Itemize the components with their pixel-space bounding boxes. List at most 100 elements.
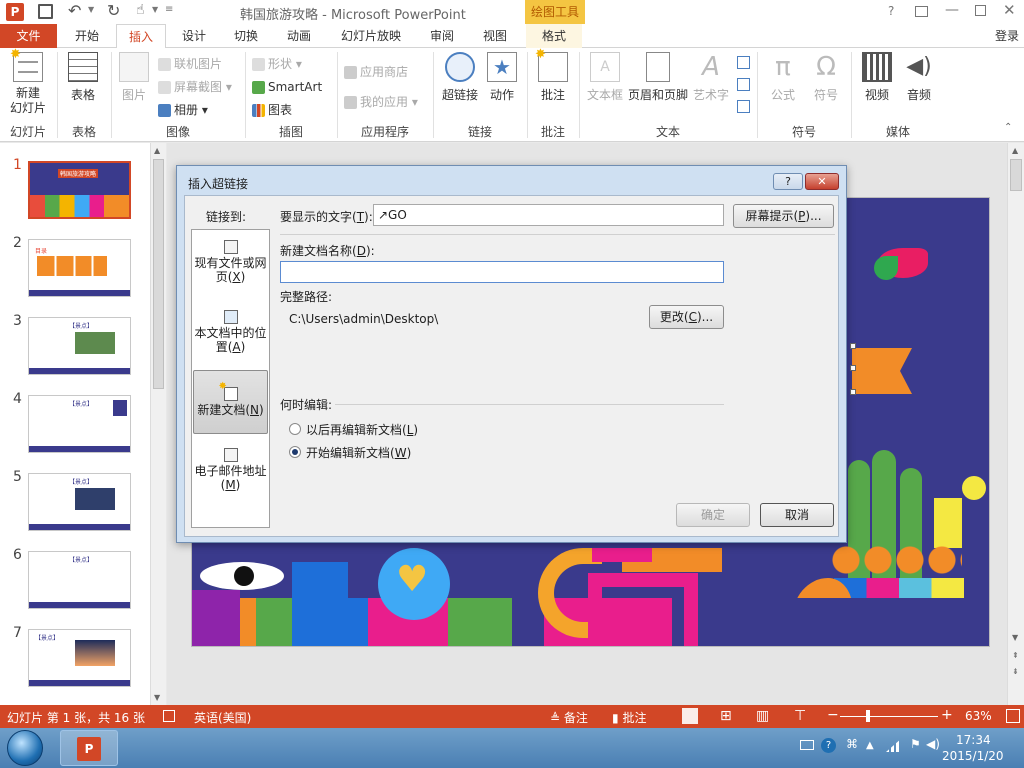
textbox-button[interactable]: A 文本框 [584,52,626,103]
display-text-input[interactable] [373,204,724,226]
smartart-button[interactable]: SmartArt [252,77,322,97]
language-label[interactable]: 英语(美国) [194,709,251,726]
tab-animations[interactable]: 动画 [275,24,323,48]
zoom-slider-thumb[interactable] [866,710,870,722]
slide-sorter-icon[interactable]: ⊞ [720,708,732,724]
tab-format[interactable]: 格式 [526,24,582,48]
link-existing-file[interactable]: 现有文件或网 页(X) [192,236,269,298]
clock-time[interactable]: 17:34 [956,733,991,747]
object-icon[interactable] [737,100,750,113]
selection-handle[interactable] [850,389,856,395]
cancel-button[interactable]: 取消 [760,503,834,527]
notes-button[interactable]: ≜ 备注 [550,709,588,726]
taskbar-powerpoint[interactable]: P [60,730,118,766]
edit-now-radio[interactable] [289,446,301,458]
zoom-slider[interactable] [840,716,938,717]
volume-icon[interactable]: ◀) [926,737,940,751]
dialog-help-button[interactable]: ? [773,173,803,190]
dialog-title-bar[interactable]: 插入超链接 ? ✕ [177,166,846,194]
zoom-out-button[interactable]: − [827,707,839,723]
hyperlink-button[interactable]: 超链接 [438,52,482,103]
help-tray-icon[interactable]: ? [821,738,836,753]
tab-slideshow[interactable]: 幻灯片放映 [333,24,409,48]
date-time-icon[interactable] [737,56,750,69]
link-new-document[interactable]: ✸ 新建文档(N) [193,370,268,434]
minimize-button[interactable]: — [945,2,959,18]
tab-review[interactable]: 审阅 [418,24,466,48]
new-doc-name-input[interactable] [280,261,724,283]
start-button[interactable] [7,730,43,766]
edit-later-label[interactable]: 以后再编辑新文档(L) [306,421,418,438]
album-button[interactable]: 相册 ▾ [158,100,208,120]
table-button[interactable]: 表格 [62,52,104,103]
picture-button[interactable]: 图片 [116,52,152,103]
reading-view-icon[interactable]: ▥ [756,708,769,724]
spelling-icon[interactable] [163,710,175,722]
restore-button[interactable] [975,5,986,16]
audio-button[interactable]: ◀) 音频 [898,52,940,103]
slide-thumbnail-5[interactable]: 【景点】 [28,473,131,531]
screenshot-button[interactable]: 屏幕截图 ▾ [158,77,232,97]
edit-now-label[interactable]: 开始编辑新文档(W) [306,444,411,461]
close-window-button[interactable]: ✕ [1003,1,1016,19]
my-apps-button[interactable]: 我的应用 ▾ [344,92,418,112]
flag-graphic[interactable] [852,348,912,394]
powerpoint-app-icon[interactable]: P [6,3,24,21]
tab-view[interactable]: 视图 [471,24,519,48]
online-pictures-button[interactable]: 联机图片 [158,54,222,74]
comment-button[interactable]: ✸ 批注 [533,47,573,103]
slide-thumbnail-4[interactable]: 【景点】 [28,395,131,453]
clock-date[interactable]: 2015/1/20 [942,749,1004,763]
touch-dropdown-icon[interactable]: ▼ [152,5,158,14]
app-store-button[interactable]: 应用商店 [344,62,408,82]
equation-button[interactable]: π 公式 [763,52,803,103]
undo-icon[interactable]: ↶ [68,1,81,20]
shapes-button[interactable]: 形状 ▾ [252,54,302,74]
ribbon-display-icon[interactable] [915,6,928,17]
edit-later-radio[interactable] [289,423,301,435]
symbol-button[interactable]: Ω 符号 [806,52,846,103]
help-button[interactable]: ? [888,4,894,18]
tab-home[interactable]: 开始 [62,24,112,48]
show-hidden-icons[interactable]: ▲ [866,740,874,751]
touch-mode-icon[interactable]: ☝ [136,2,145,18]
undo-dropdown-icon[interactable]: ▼ [88,5,94,14]
redo-icon[interactable]: ↻ [107,1,120,20]
tab-design[interactable]: 设计 [170,24,218,48]
selection-handle[interactable] [850,365,856,371]
thumbnails-scrollbar[interactable]: ▲ ▼ [150,143,166,705]
slide-number-icon[interactable] [737,78,750,91]
customize-qat-icon[interactable]: ≡ [165,4,173,15]
slide-thumbnail-2[interactable]: 目录 [28,239,131,297]
action-button[interactable]: ★ 动作 [484,52,520,103]
screen-tip-button[interactable]: 屏幕提示(P)... [733,204,834,228]
fit-slide-icon[interactable] [1006,709,1020,723]
zoom-in-button[interactable]: + [941,707,953,723]
slide-thumbnail-7[interactable]: 【景点】 [28,629,131,687]
new-slide-button[interactable]: ✸ 新建 幻灯片 [4,47,52,116]
tab-transitions[interactable]: 切换 [222,24,270,48]
slide-thumbnail-6[interactable]: 【景点】 [28,551,131,609]
dialog-close-button[interactable]: ✕ [805,173,839,190]
wordart-button[interactable]: A 艺术字 [690,52,732,103]
keyboard-icon[interactable] [800,740,814,750]
ok-button[interactable]: 确定 [676,503,750,527]
selection-handle[interactable] [850,343,856,349]
flag-tray-icon[interactable]: ⚑ [910,737,921,751]
comments-button[interactable]: ▮ 批注 [612,709,646,726]
link-email-address[interactable]: 电子邮件地址 (M) [192,444,269,506]
video-button[interactable]: 视频 [857,52,897,103]
link-place-in-document[interactable]: 本文档中的位 置(A) [192,306,269,368]
tray-icon[interactable]: ⌘ [846,737,858,751]
slideshow-view-icon[interactable]: ⊤ [794,708,806,724]
slide-thumbnail-3[interactable]: 【景点】 [28,317,131,375]
slide-thumbnail-1[interactable]: 韩国旅游攻略 [28,161,131,219]
tab-file[interactable]: 文件 [0,24,57,48]
zoom-level[interactable]: 63% [965,709,992,723]
save-icon[interactable] [38,4,53,19]
login-link[interactable]: 登录 [990,24,1024,48]
tab-insert[interactable]: 插入 [116,24,166,49]
collapse-ribbon-icon[interactable]: ⌃ [1004,122,1012,133]
slide-scrollbar[interactable]: ▲ ▼ ⇞ ⇟ [1007,143,1024,705]
network-icon[interactable] [886,738,902,752]
